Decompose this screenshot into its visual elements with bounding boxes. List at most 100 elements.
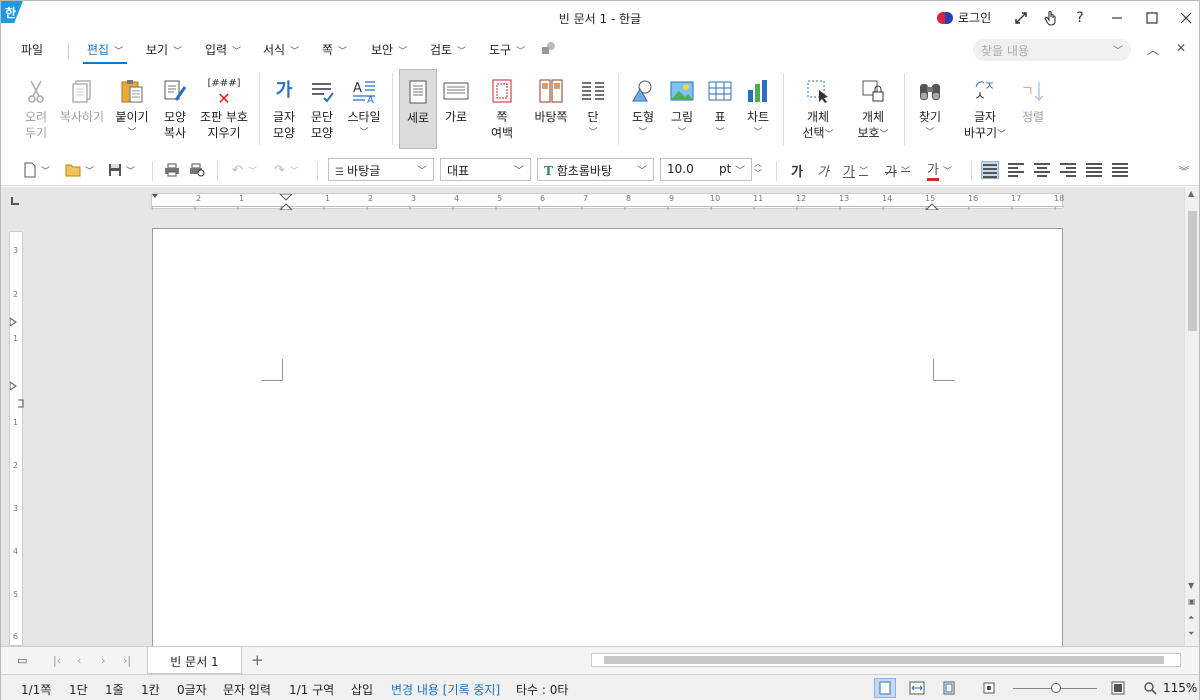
menu-file[interactable]: 파일 bbox=[21, 41, 43, 58]
style-select[interactable]: ☰ 바탕글 ﹀ bbox=[328, 158, 434, 181]
fit-page-button[interactable] bbox=[938, 678, 960, 698]
strikethrough-button[interactable]: 가 ﹀ bbox=[885, 161, 910, 180]
bold-button[interactable]: 가 bbox=[791, 161, 803, 180]
touch-mode-icon[interactable] bbox=[1041, 6, 1061, 30]
tab-insert[interactable]: 입력 ﹀ bbox=[205, 41, 241, 58]
tab-view[interactable]: 보기 ﹀ bbox=[146, 41, 182, 58]
horizontal-scrollbar[interactable] bbox=[591, 653, 1181, 667]
page-margin-button[interactable]: 쪽 여백 bbox=[483, 69, 521, 149]
page-view-icon[interactable]: ▣ bbox=[1188, 597, 1196, 606]
cut-button[interactable]: 오려 두기 bbox=[18, 69, 54, 149]
step-up-icon[interactable]: ︿ bbox=[754, 159, 762, 169]
zoom-search-icon[interactable] bbox=[1141, 678, 1159, 698]
table-button[interactable]: 표 ﹀ bbox=[705, 69, 735, 149]
next-tab-icon[interactable]: › bbox=[101, 654, 105, 667]
paste-button[interactable]: 붙이기 ﹀ bbox=[114, 69, 150, 149]
fullscreen-icon[interactable] bbox=[1011, 6, 1031, 30]
chevron-down-icon[interactable]: ﹀ bbox=[359, 125, 368, 141]
align-justify-button[interactable] bbox=[981, 161, 999, 179]
sort-button[interactable]: ㄱ 정렬 bbox=[1017, 69, 1049, 149]
tab-review[interactable]: 검토 ﹀ bbox=[430, 41, 466, 58]
italic-button[interactable]: 가 bbox=[817, 161, 829, 180]
redo-icon[interactable]: ↷ ﹀ bbox=[274, 161, 299, 179]
align-left-button[interactable] bbox=[1007, 161, 1025, 179]
document-area[interactable]: 2 1 1 2 3 4 5 6 7 8 9 10 11 12 13 14 15 … bbox=[1, 187, 1184, 646]
para-shape-button[interactable]: 문단 모양 bbox=[306, 69, 338, 149]
object-select-button[interactable]: 개체 선택﹀ bbox=[799, 69, 837, 149]
page-view-button[interactable] bbox=[874, 678, 896, 698]
tab-security[interactable]: 보안 ﹀ bbox=[371, 41, 407, 58]
portrait-button[interactable]: 세로 bbox=[399, 69, 437, 149]
add-tab-button[interactable]: + bbox=[251, 651, 264, 669]
chevron-down-icon[interactable]: ﹀ bbox=[715, 125, 724, 141]
background-page-button[interactable]: 바탕쪽 bbox=[531, 69, 571, 149]
font-select[interactable]: T 함초롬바탕 ﹀ bbox=[537, 158, 654, 181]
shape-button[interactable]: 도형 ﹀ bbox=[628, 69, 658, 149]
language-select[interactable]: 대표 ﹀ bbox=[440, 158, 531, 181]
landscape-button[interactable]: 가로 bbox=[439, 69, 473, 149]
save-icon[interactable]: ﹀ bbox=[108, 161, 135, 179]
scroll-up-icon[interactable]: ▲ bbox=[1188, 189, 1194, 198]
maximize-icon[interactable] bbox=[1142, 6, 1162, 30]
close-window-icon[interactable] bbox=[1176, 6, 1196, 30]
horizontal-ruler[interactable]: 2 1 1 2 3 4 5 6 7 8 9 10 11 12 13 14 15 … bbox=[151, 193, 1064, 210]
minimize-icon[interactable] bbox=[1107, 6, 1127, 30]
scroll-thumb[interactable] bbox=[604, 656, 1164, 664]
font-size-stepper[interactable]: ︿ ﹀ bbox=[754, 159, 762, 179]
vertical-ruler[interactable]: 3 2 1 1 2 3 4 5 6 bbox=[9, 231, 24, 646]
distribute-button[interactable] bbox=[1085, 161, 1103, 179]
undo-icon[interactable]: ↶ ﹀ bbox=[232, 161, 257, 179]
text-color-button[interactable]: 가 ﹀ bbox=[927, 161, 952, 181]
columns-button[interactable]: 단 ﹀ bbox=[578, 69, 608, 149]
style-button[interactable]: AA 스타일 ﹀ bbox=[344, 69, 384, 149]
chevron-down-icon[interactable]: ﹀ bbox=[638, 125, 647, 141]
status-page[interactable]: 1/1쪽 bbox=[21, 681, 51, 698]
scroll-down-icon[interactable]: ▼ bbox=[1188, 581, 1194, 590]
picture-button[interactable]: 그림 ﹀ bbox=[667, 69, 697, 149]
status-input-mode[interactable]: 문자 입력 bbox=[223, 681, 271, 698]
chevron-down-icon[interactable]: ﹀ bbox=[677, 125, 686, 141]
search-input[interactable]: 찾을 내용 ﹀ bbox=[973, 39, 1131, 61]
next-page-icon[interactable]: ⏷ bbox=[1188, 629, 1194, 639]
tab-tools[interactable]: 도구 ﹀ bbox=[489, 41, 525, 58]
divide-button[interactable] bbox=[1111, 161, 1129, 179]
chevron-down-icon[interactable]: ﹀ bbox=[753, 125, 762, 141]
prev-tab-icon[interactable]: ‹ bbox=[77, 654, 81, 667]
print-preview-icon[interactable] bbox=[189, 161, 205, 179]
collapse-ribbon-icon[interactable]: ︿ bbox=[1147, 41, 1159, 58]
help-icon[interactable]: ? bbox=[1071, 6, 1089, 30]
open-folder-icon[interactable]: ﹀ bbox=[65, 161, 94, 179]
tab-edit[interactable]: 편집 ﹀ bbox=[82, 41, 128, 64]
tab-format[interactable]: 서식 ﹀ bbox=[263, 41, 299, 58]
char-shape-button[interactable]: 가 글자 모양 bbox=[268, 69, 300, 149]
last-tab-icon[interactable]: ›| bbox=[123, 654, 131, 667]
clear-marks-button[interactable]: [###] ✕ 조판 부호 지우기 bbox=[198, 69, 250, 149]
copy-button[interactable]: 복사하기 bbox=[58, 69, 106, 149]
shapes-extra-icon[interactable] bbox=[541, 41, 557, 58]
chevron-down-icon[interactable]: ﹀ bbox=[127, 125, 136, 141]
fit-width-button[interactable] bbox=[906, 678, 928, 698]
chevron-down-icon[interactable]: ﹀ bbox=[925, 125, 934, 141]
step-down-icon[interactable]: ﹀ bbox=[754, 169, 762, 179]
zoom-slider-thumb[interactable] bbox=[1051, 683, 1061, 693]
scroll-thumb[interactable] bbox=[1188, 211, 1197, 331]
zoom-in-button[interactable] bbox=[1107, 678, 1129, 698]
status-insert-mode[interactable]: 삽입 bbox=[351, 681, 373, 698]
document-page[interactable] bbox=[152, 228, 1063, 646]
chevron-down-icon[interactable]: ﹀ bbox=[588, 125, 597, 141]
tab-page[interactable]: 쪽 ﹀ bbox=[322, 41, 347, 58]
chart-button[interactable]: 차트 ﹀ bbox=[743, 69, 773, 149]
underline-button[interactable]: 가 ﹀ bbox=[843, 161, 868, 180]
print-icon[interactable] bbox=[164, 161, 180, 179]
zoom-level[interactable]: 115% bbox=[1163, 681, 1197, 695]
object-protect-button[interactable]: 개체 보호﹀ bbox=[853, 69, 893, 149]
login-button[interactable]: 로그인 bbox=[937, 9, 991, 26]
close-doc-icon[interactable]: ✕ bbox=[1176, 41, 1186, 55]
new-document-icon[interactable]: ﹀ bbox=[23, 161, 50, 179]
zoom-out-button[interactable] bbox=[978, 678, 1000, 698]
status-track-changes[interactable]: 변경 내용 [기록 중지] bbox=[391, 681, 500, 698]
find-button[interactable]: 찾기 ﹀ bbox=[914, 69, 946, 149]
align-right-button[interactable] bbox=[1059, 161, 1077, 179]
first-tab-icon[interactable]: |‹ bbox=[53, 654, 61, 667]
align-center-button[interactable] bbox=[1033, 161, 1051, 179]
